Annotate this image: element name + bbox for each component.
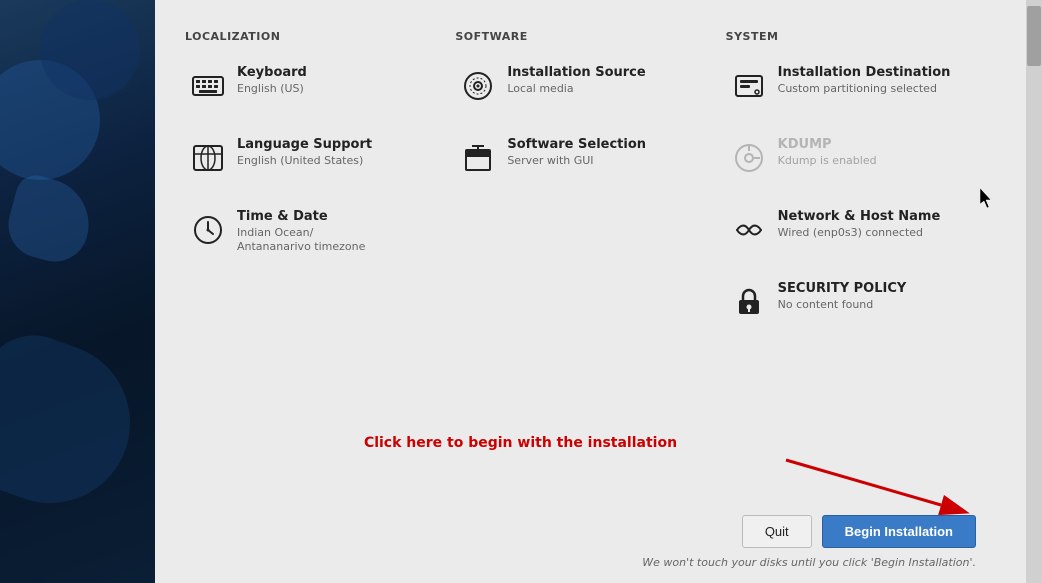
installation-destination-subtitle: Custom partitioning selected: [778, 82, 951, 96]
sections-container: LOCALIZATION: [185, 30, 996, 422]
main-content: LOCALIZATION: [155, 0, 1026, 583]
package-icon: [459, 139, 497, 177]
click-hint-text: Click here to begin with the installatio…: [364, 435, 677, 451]
system-header: SYSTEM: [726, 30, 986, 43]
kdump-icon: [730, 139, 768, 177]
scrollbar[interactable]: [1026, 0, 1042, 583]
language-support-text: Language Support English (United States): [237, 137, 372, 168]
installation-source-item[interactable]: Installation Source Local media: [455, 61, 715, 109]
security-policy-text: SECURITY POLICY No content found: [778, 281, 907, 312]
network-hostname-text: Network & Host Name Wired (enp0s3) conne…: [778, 209, 941, 240]
bottom-area: Click here to begin with the installatio…: [185, 422, 996, 583]
software-header: SOFTWARE: [455, 30, 715, 43]
installation-source-title: Installation Source: [507, 65, 645, 80]
security-policy-item[interactable]: SECURITY POLICY No content found: [726, 277, 986, 325]
lock-icon: [730, 283, 768, 321]
drive-icon: [730, 67, 768, 105]
keyboard-icon: [189, 67, 227, 105]
kdump-title: KDUMP: [778, 137, 877, 152]
security-policy-subtitle: No content found: [778, 298, 907, 312]
installation-destination-text: Installation Destination Custom partitio…: [778, 65, 951, 96]
software-selection-title: Software Selection: [507, 137, 646, 152]
software-selection-text: Software Selection Server with GUI: [507, 137, 646, 168]
keyboard-item[interactable]: Keyboard English (US): [185, 61, 445, 109]
system-section: SYSTEM Installation Destination Custom p…: [726, 30, 996, 422]
installation-source-text: Installation Source Local media: [507, 65, 645, 96]
button-row: Quit Begin Installation: [185, 515, 996, 556]
scrollbar-thumb[interactable]: [1027, 6, 1041, 66]
network-hostname-subtitle: Wired (enp0s3) connected: [778, 226, 941, 240]
quit-button[interactable]: Quit: [742, 515, 812, 548]
software-selection-subtitle: Server with GUI: [507, 154, 646, 168]
sidebar-decoration-2: [40, 0, 140, 100]
network-hostname-title: Network & Host Name: [778, 209, 941, 224]
software-selection-item[interactable]: Software Selection Server with GUI: [455, 133, 715, 181]
installation-destination-item[interactable]: Installation Destination Custom partitio…: [726, 61, 986, 109]
security-policy-title: SECURITY POLICY: [778, 281, 907, 296]
time-date-item[interactable]: Time & Date Indian Ocean/Antananarivo ti…: [185, 205, 445, 259]
language-icon: [189, 139, 227, 177]
disc-icon: [459, 67, 497, 105]
keyboard-text: Keyboard English (US): [237, 65, 307, 96]
time-date-subtitle: Indian Ocean/Antananarivo timezone: [237, 226, 365, 255]
keyboard-subtitle: English (US): [237, 82, 307, 96]
sidebar-decoration-1: [1, 171, 99, 269]
software-section: SOFTWARE Installation Source Local media: [455, 30, 725, 422]
language-support-item[interactable]: Language Support English (United States): [185, 133, 445, 181]
kdump-item[interactable]: KDUMP Kdump is enabled: [726, 133, 986, 181]
begin-installation-button[interactable]: Begin Installation: [822, 515, 976, 548]
language-support-subtitle: English (United States): [237, 154, 372, 168]
network-hostname-item[interactable]: Network & Host Name Wired (enp0s3) conne…: [726, 205, 986, 253]
arrow-graphic: [756, 455, 976, 515]
language-support-title: Language Support: [237, 137, 372, 152]
installation-destination-title: Installation Destination: [778, 65, 951, 80]
kdump-subtitle: Kdump is enabled: [778, 154, 877, 168]
localization-section: LOCALIZATION: [185, 30, 455, 422]
clock-icon: [189, 211, 227, 249]
installation-source-subtitle: Local media: [507, 82, 645, 96]
network-icon: [730, 211, 768, 249]
time-date-title: Time & Date: [237, 209, 365, 224]
kdump-text: KDUMP Kdump is enabled: [778, 137, 877, 168]
keyboard-title: Keyboard: [237, 65, 307, 80]
sidebar: [0, 0, 155, 583]
localization-header: LOCALIZATION: [185, 30, 445, 43]
time-date-text: Time & Date Indian Ocean/Antananarivo ti…: [237, 209, 365, 255]
footer-note: We won't touch your disks until you clic…: [642, 556, 996, 575]
